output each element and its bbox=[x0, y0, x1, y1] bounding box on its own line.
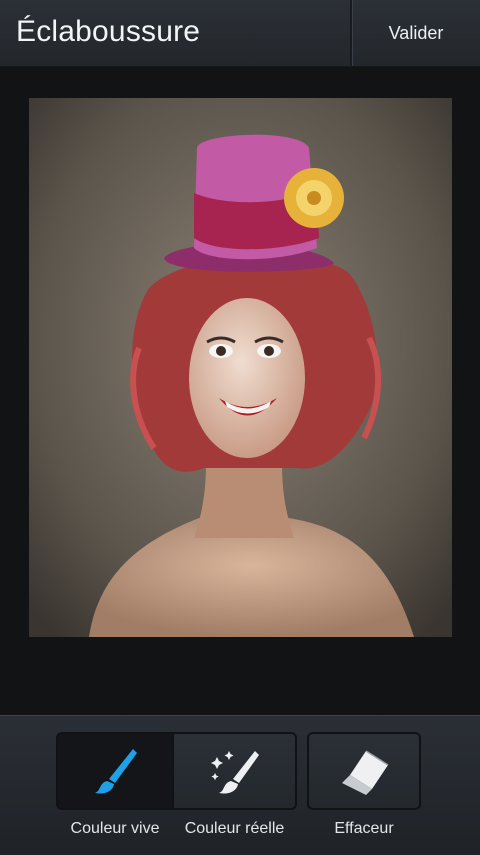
edited-photo[interactable] bbox=[29, 98, 452, 637]
brush-icon bbox=[95, 749, 137, 794]
eraser-label: Effaceur bbox=[334, 820, 394, 837]
validate-button[interactable]: Valider bbox=[352, 0, 480, 66]
magic-brush-icon bbox=[210, 751, 259, 794]
eraser-tool-button[interactable] bbox=[307, 732, 421, 810]
tool-bar: Couleur vive Couleur réelle Effaceur bbox=[0, 715, 480, 855]
page-title: Éclaboussure bbox=[16, 15, 201, 48]
real-color-tool-button[interactable] bbox=[172, 732, 297, 810]
eraser-icon bbox=[342, 750, 389, 795]
vivid-color-label: Couleur vive bbox=[70, 820, 160, 837]
real-color-label: Couleur réelle bbox=[184, 820, 285, 837]
vivid-color-tool-button[interactable] bbox=[56, 732, 174, 810]
top-action-bar: Éclaboussure Valider bbox=[0, 0, 480, 67]
editor-canvas bbox=[0, 67, 480, 774]
